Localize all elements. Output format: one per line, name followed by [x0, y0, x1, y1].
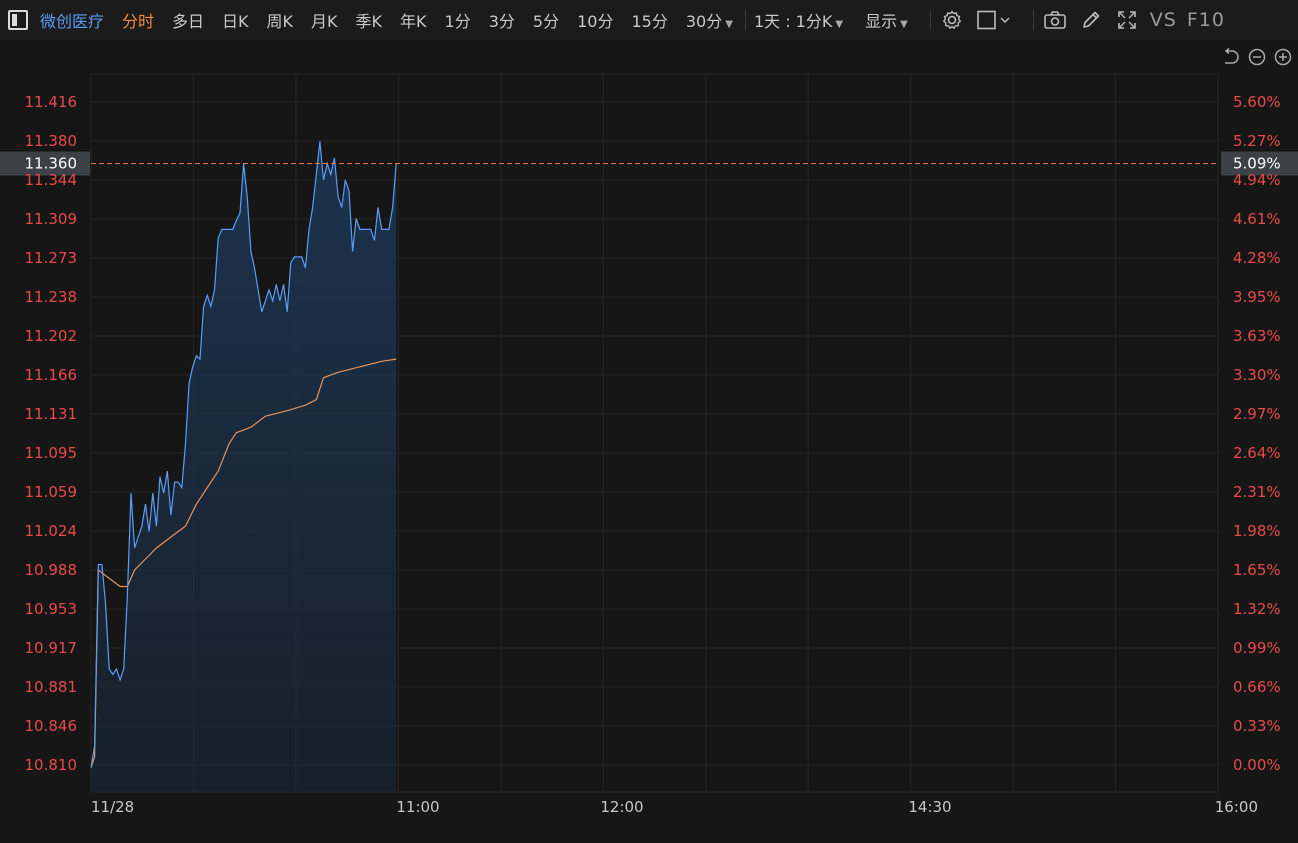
percent-tick-label: 4.28%	[1233, 249, 1281, 267]
toolbar-divider	[744, 10, 746, 30]
intraday-price-chart[interactable]: 11.360 5.09% 11.416 11.380 11.344 11.309 11.2…	[0, 40, 1298, 843]
price-tick-label: 11.309	[25, 210, 78, 228]
gear-icon[interactable]	[939, 7, 965, 33]
tab-quarterly-k[interactable]: 季K	[356, 8, 383, 32]
tab-30min-label: 30分	[685, 12, 723, 31]
price-tick-label: 10.846	[25, 717, 78, 735]
price-area-fill	[91, 141, 397, 792]
tab-intraday[interactable]: 分时	[122, 8, 154, 32]
tab-daily-k[interactable]: 日K	[222, 8, 249, 32]
percent-tick-label: 0.99%	[1233, 639, 1281, 657]
tab-monthly-k[interactable]: 月K	[311, 8, 338, 32]
price-tick-label: 11.273	[25, 249, 78, 267]
toolbar-divider	[929, 10, 931, 30]
display-select-label: 显示	[865, 12, 898, 31]
panel-toggle-icon[interactable]	[8, 10, 28, 30]
price-tick-label: 10.881	[25, 678, 78, 696]
camera-icon[interactable]	[1042, 7, 1068, 33]
price-tick-label: 11.202	[25, 327, 78, 345]
percent-tick-label: 4.61%	[1233, 210, 1281, 228]
crosshair-price-label: 11.360	[25, 155, 78, 173]
price-tick-label: 11.059	[25, 483, 78, 501]
chart-toolbar: 微创医疗 分时 多日 日K 周K 月K 季K 年K 1分 3分 5分 10分 1…	[0, 0, 1298, 40]
price-area	[91, 141, 397, 792]
price-tick-label: 10.988	[25, 561, 78, 579]
percent-tick-label: 0.33%	[1233, 717, 1281, 735]
price-tick-label: 11.166	[25, 366, 78, 384]
crosshair: 11.360 5.09%	[0, 151, 1298, 176]
toolbar-divider	[1032, 10, 1034, 30]
price-axis: 11.416 11.380 11.344 11.309 11.273 11.238 11.2…	[25, 93, 78, 774]
crosshair-pct-label: 5.09%	[1233, 155, 1281, 173]
percent-tick-label: 3.30%	[1233, 366, 1281, 384]
time-tick-label: 11/28	[91, 798, 134, 816]
percent-tick-label: 1.98%	[1233, 522, 1281, 540]
percent-tick-label: 3.95%	[1233, 288, 1281, 306]
tab-yearly-k[interactable]: 年K	[400, 8, 427, 32]
tab-3min[interactable]: 3分	[489, 8, 515, 32]
percent-tick-label: 1.32%	[1233, 600, 1281, 618]
price-tick-label: 11.380	[25, 132, 78, 150]
fullscreen-icon[interactable]	[1114, 7, 1140, 33]
percent-tick-label: 3.63%	[1233, 327, 1281, 345]
time-tick-label: 12:00	[600, 798, 643, 816]
price-tick-label: 11.416	[25, 93, 78, 111]
percent-tick-label: 4.94%	[1233, 171, 1281, 189]
price-tick-label: 10.953	[25, 600, 78, 618]
display-select[interactable]: 显示 ▼	[865, 8, 908, 32]
price-tick-label: 11.238	[25, 288, 78, 306]
chevron-down-icon: ▼	[900, 19, 908, 30]
tab-weekly-k[interactable]: 周K	[267, 8, 294, 32]
price-tick-label: 11.024	[25, 522, 78, 540]
percent-tick-label: 5.27%	[1233, 132, 1281, 150]
box-select[interactable]	[975, 7, 1015, 33]
time-tick-label: 14:30	[908, 798, 951, 816]
tab-1min[interactable]: 1分	[445, 8, 471, 32]
price-tick-label: 11.095	[25, 444, 78, 462]
stock-name[interactable]: 微创医疗	[40, 8, 104, 32]
time-tick-label: 16:00	[1215, 798, 1258, 816]
percent-axis: 5.60% 5.27% 4.94% 4.61% 4.28% 3.95% 3.63% 3.30%…	[1233, 93, 1281, 774]
tab-30min[interactable]: 30分 ▼	[686, 8, 733, 32]
period-select[interactable]: 1天 : 1分K ▼	[754, 8, 843, 32]
percent-tick-label: 2.31%	[1233, 483, 1281, 501]
percent-tick-label: 2.64%	[1233, 444, 1281, 462]
tab-multi-day[interactable]: 多日	[172, 8, 204, 32]
price-tick-label: 10.810	[25, 756, 78, 774]
percent-tick-label: 2.97%	[1233, 405, 1281, 423]
compare-vs-button[interactable]: VS	[1150, 9, 1177, 31]
price-tick-label: 11.131	[25, 405, 78, 423]
time-tick-label: 11:00	[396, 798, 439, 816]
pencil-icon[interactable]	[1078, 7, 1104, 33]
percent-tick-label: 0.00%	[1233, 756, 1281, 774]
tab-15min[interactable]: 15分	[631, 8, 667, 32]
tab-5min[interactable]: 5分	[533, 8, 559, 32]
chevron-down-icon: ▼	[725, 19, 733, 30]
tab-10min[interactable]: 10分	[577, 8, 613, 32]
price-tick-label: 11.344	[25, 171, 78, 189]
f10-button[interactable]: F10	[1187, 9, 1225, 31]
percent-tick-label: 1.65%	[1233, 561, 1281, 579]
chevron-down-icon: ▼	[835, 19, 844, 30]
price-tick-label: 10.917	[25, 639, 78, 657]
time-axis: 11/28 11:00 12:00 14:30 16:00	[91, 798, 1258, 816]
period-select-label: 1天 : 1分K	[753, 12, 833, 31]
percent-tick-label: 5.60%	[1233, 93, 1281, 111]
percent-tick-label: 0.66%	[1233, 678, 1281, 696]
